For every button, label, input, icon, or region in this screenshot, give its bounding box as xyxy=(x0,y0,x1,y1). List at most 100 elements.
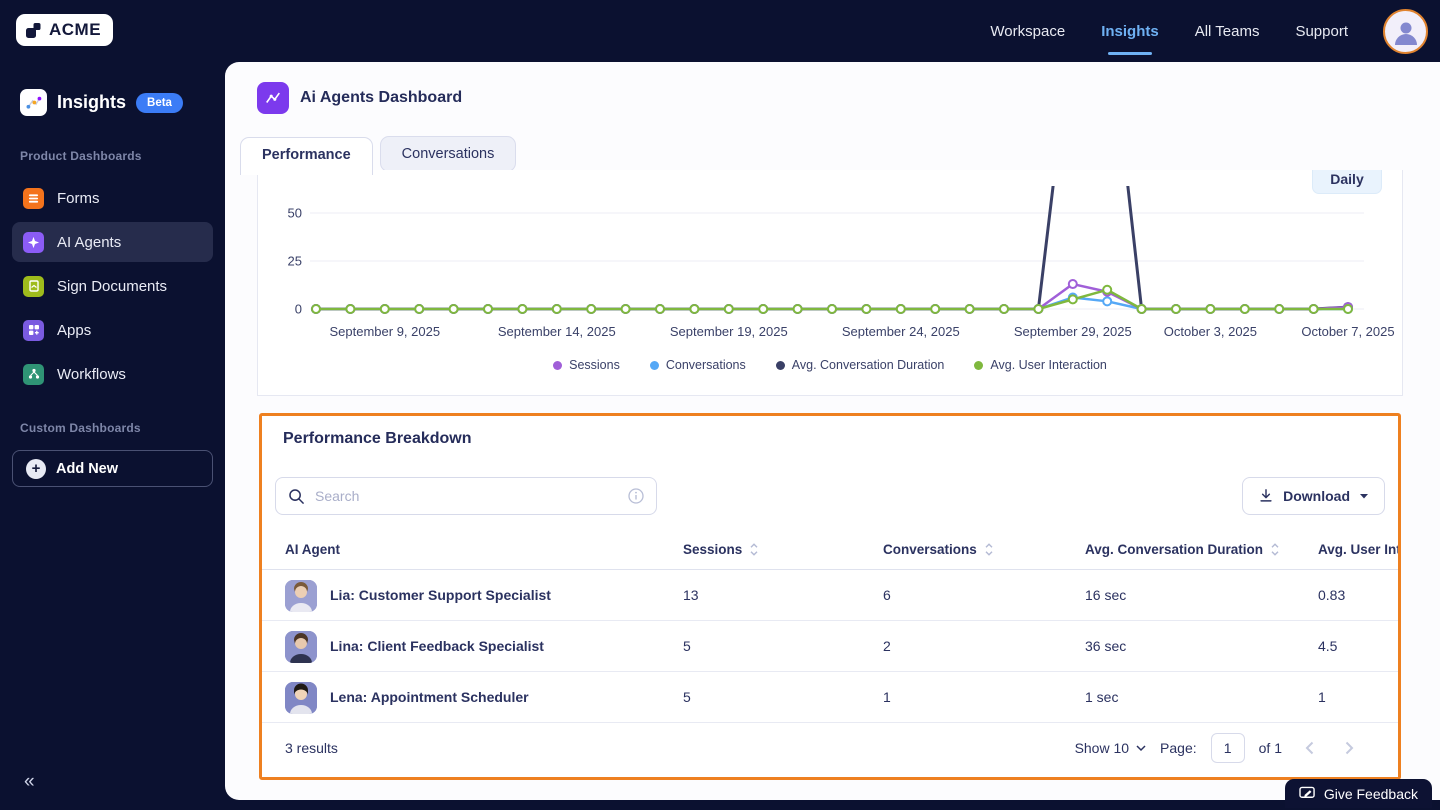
line-chart: 0 25 50 September 9, 2025 September 14, 2025… xyxy=(288,186,1395,339)
apps-icon xyxy=(23,319,44,341)
chevron-right-icon xyxy=(1345,741,1353,755)
page-title: Ai Agents Dashboard xyxy=(300,89,463,106)
table-footer: 3 results Show 10 Page: of 1 xyxy=(262,723,1398,773)
nav-all-teams[interactable]: All Teams xyxy=(1195,23,1260,40)
avg-interaction-value: 4.5 xyxy=(1318,638,1338,654)
svg-text:September 24, 2025: September 24, 2025 xyxy=(842,324,960,339)
column-avg-conversation-duration[interactable]: Avg. Conversation Duration xyxy=(1085,542,1280,557)
svg-text:September 29, 2025: September 29, 2025 xyxy=(1014,324,1132,339)
nav-support[interactable]: Support xyxy=(1295,23,1348,40)
svg-text:September 9, 2025: September 9, 2025 xyxy=(330,324,441,339)
avg-interaction-value: 0.83 xyxy=(1318,587,1346,603)
legend-dot xyxy=(553,360,563,370)
acme-logo[interactable]: ACME xyxy=(16,14,114,46)
info-icon[interactable] xyxy=(628,488,644,504)
svg-text:October 7, 2025: October 7, 2025 xyxy=(1301,324,1394,339)
sidebar-item-label: Workflows xyxy=(57,365,126,383)
sign-documents-icon xyxy=(23,275,44,297)
acme-logo-icon xyxy=(26,22,41,38)
sessions-value: 5 xyxy=(683,689,691,705)
sidebar-nav: Forms AI Agents Sign Documents Apps Work… xyxy=(12,178,213,398)
sidebar-item-ai-agents[interactable]: AI Agents xyxy=(12,222,213,262)
insights-app-header: Insights Beta xyxy=(20,89,183,116)
sidebar-collapse-icon[interactable]: « xyxy=(24,771,35,793)
previous-page-button[interactable] xyxy=(1296,741,1322,755)
sessions-value: 5 xyxy=(683,638,691,654)
ai-agents-icon xyxy=(23,231,44,253)
sidebar-item-workflows[interactable]: Workflows xyxy=(12,354,213,394)
svg-text:0: 0 xyxy=(295,302,302,317)
nav-workspace[interactable]: Workspace xyxy=(990,23,1065,40)
avg-interaction-value: 1 xyxy=(1318,689,1326,705)
column-avg-user-interaction[interactable]: Avg. User Interaction xyxy=(1318,542,1398,557)
download-icon xyxy=(1260,489,1272,502)
search-input[interactable] xyxy=(315,488,618,504)
search-icon xyxy=(289,488,304,504)
sidebar-item-label: AI Agents xyxy=(57,233,122,251)
sessions-value: 13 xyxy=(683,587,699,603)
download-label: Download xyxy=(1283,488,1350,504)
chart-legend: Sessions Conversations Avg. Conversation… xyxy=(258,358,1402,372)
active-nav-underline xyxy=(1107,51,1152,55)
svg-text:50: 50 xyxy=(288,206,302,221)
column-ai-agent: AI Agent xyxy=(285,542,340,557)
chevron-down-icon xyxy=(1136,744,1146,751)
page-number-input[interactable] xyxy=(1210,733,1245,763)
feedback-icon xyxy=(1299,786,1315,798)
table-header: AI Agent Sessions Conversations Avg. Con… xyxy=(262,532,1398,570)
section-label-custom-dashboards: Custom Dashboards xyxy=(20,421,141,435)
sidebar-item-label: Apps xyxy=(57,321,92,339)
nav-insights[interactable]: Insights xyxy=(1101,23,1159,55)
table-row[interactable]: Lina: Client Feedback Specialist 5 2 36 … xyxy=(262,621,1398,672)
column-conversations[interactable]: Conversations xyxy=(883,542,994,557)
table-row[interactable]: Lena: Appointment Scheduler 5 1 1 sec 1 xyxy=(262,672,1398,723)
section-label-product-dashboards: Product Dashboards xyxy=(20,149,142,163)
tab-performance[interactable]: Performance xyxy=(240,137,373,175)
sidebar-item-label: Forms xyxy=(57,189,100,207)
forms-icon xyxy=(23,187,44,209)
search-box xyxy=(275,477,657,515)
svg-text:September 14, 2025: September 14, 2025 xyxy=(498,324,616,339)
give-feedback-button[interactable]: Give Feedback xyxy=(1284,779,1432,808)
user-avatar[interactable] xyxy=(1383,9,1428,54)
plus-icon: + xyxy=(26,458,46,479)
sidebar-item-sign-documents[interactable]: Sign Documents xyxy=(12,266,213,306)
legend-conversations: Conversations xyxy=(649,358,746,372)
avg-duration-value: 16 sec xyxy=(1085,587,1127,603)
legend-dot xyxy=(775,360,785,370)
table-body: Lia: Customer Support Specialist 13 6 16… xyxy=(262,570,1398,723)
top-navigation: Workspace Insights All Teams Support xyxy=(225,0,1440,62)
performance-breakdown-card: Performance Breakdown Downloa xyxy=(259,413,1401,780)
legend-avg-conversation-duration: Avg. Conversation Duration xyxy=(775,358,944,372)
sidebar-item-apps[interactable]: Apps xyxy=(12,310,213,350)
agent-name: Lina: Client Feedback Specialist xyxy=(330,638,544,654)
dashboard-icon xyxy=(257,82,289,114)
avg-duration-value: 1 sec xyxy=(1085,689,1119,705)
add-new-button[interactable]: + Add New xyxy=(12,450,213,487)
chevron-down-icon xyxy=(1360,493,1368,498)
tab-conversations[interactable]: Conversations xyxy=(379,136,517,172)
insights-icon xyxy=(20,89,47,116)
legend-dot xyxy=(649,360,659,370)
sidebar-item-forms[interactable]: Forms xyxy=(12,178,213,218)
show-per-page-select[interactable]: Show 10 xyxy=(1075,740,1146,756)
avg-duration-value: 36 sec xyxy=(1085,638,1127,654)
sidebar-item-label: Sign Documents xyxy=(57,277,168,295)
column-sessions[interactable]: Sessions xyxy=(683,542,759,557)
next-page-button[interactable] xyxy=(1336,741,1362,755)
app-screen: ACME Insights Beta Product Dashboards Fo… xyxy=(0,0,1440,810)
download-button[interactable]: Download xyxy=(1242,477,1385,515)
conversations-value: 6 xyxy=(883,587,891,603)
beta-badge: Beta xyxy=(136,92,183,113)
feedback-label: Give Feedback xyxy=(1323,785,1418,802)
sort-icon xyxy=(985,543,993,556)
performance-chart-card: Daily 0 25 50 September 9, 2025 September 14… xyxy=(257,170,1403,396)
conversations-value: 1 xyxy=(883,689,891,705)
workflows-icon xyxy=(23,363,44,385)
person-icon xyxy=(1394,22,1417,45)
table-row[interactable]: Lia: Customer Support Specialist 13 6 16… xyxy=(262,570,1398,621)
of-total-label: of 1 xyxy=(1258,740,1282,756)
agent-name: Lena: Appointment Scheduler xyxy=(330,689,529,705)
sort-icon xyxy=(750,543,758,556)
app-title: Insights xyxy=(57,92,127,112)
